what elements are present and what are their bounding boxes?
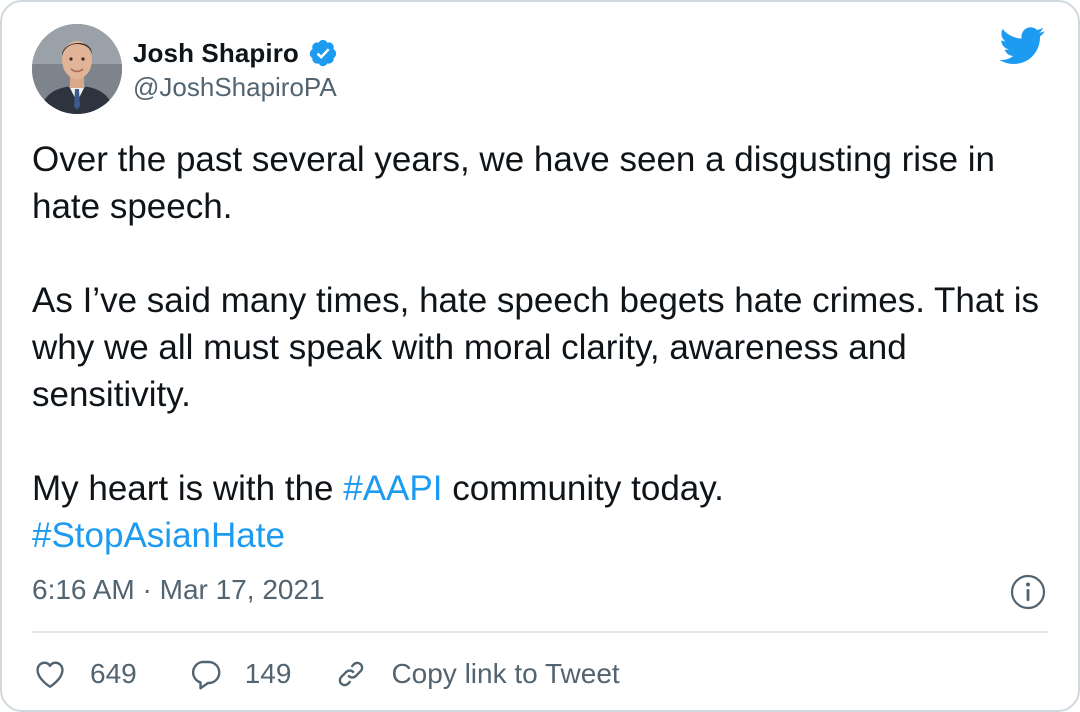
reply-button[interactable]: 149 xyxy=(187,656,292,692)
author-name-row: Josh Shapiro xyxy=(133,33,338,73)
paragraph-spacer xyxy=(32,418,1052,465)
tweet-timestamp[interactable]: 6:16 AM · Mar 17, 2021 xyxy=(32,574,325,606)
twitter-bird-icon[interactable] xyxy=(999,26,1045,66)
tweet-paragraph-2: As I’ve said many times, hate speech beg… xyxy=(32,281,1040,414)
author-handle[interactable]: @JoshShapiroPA xyxy=(133,72,337,103)
link-icon xyxy=(333,656,369,692)
author-name[interactable]: Josh Shapiro xyxy=(133,38,299,69)
tweet-text-segment: community today. xyxy=(442,469,724,508)
hashtag-stopasianhate-link[interactable]: #StopAsianHate xyxy=(32,516,285,555)
info-icon[interactable] xyxy=(1010,574,1046,610)
copy-link-button[interactable]: Copy link to Tweet xyxy=(333,656,620,692)
verified-badge-icon xyxy=(308,38,338,68)
divider xyxy=(32,631,1048,633)
reply-bubble-icon xyxy=(187,656,223,692)
tweet-text-segment: My heart is with the xyxy=(32,469,344,508)
paragraph-spacer xyxy=(32,230,1052,277)
heart-icon xyxy=(32,656,68,692)
copy-link-label: Copy link to Tweet xyxy=(391,658,620,689)
tweet-card: Josh Shapiro @JoshShapiroPA Over the pas… xyxy=(0,0,1080,712)
action-bar: 649 149 Copy link to Tweet xyxy=(32,650,620,698)
hashtag-aapi-link[interactable]: #AAPI xyxy=(343,469,442,508)
avatar[interactable] xyxy=(32,24,122,114)
like-button[interactable]: 649 xyxy=(32,656,137,692)
like-count: 649 xyxy=(90,658,137,689)
reply-count: 149 xyxy=(244,658,292,689)
tweet-text: Over the past several years, we have see… xyxy=(32,136,1052,559)
tweet-paragraph-1: Over the past several years, we have see… xyxy=(32,140,995,226)
tweet-paragraph-4: #StopAsianHate xyxy=(32,512,1052,559)
avatar-image xyxy=(32,24,122,114)
tweet-paragraph-3: My heart is with the #AAPI community tod… xyxy=(32,465,1052,512)
